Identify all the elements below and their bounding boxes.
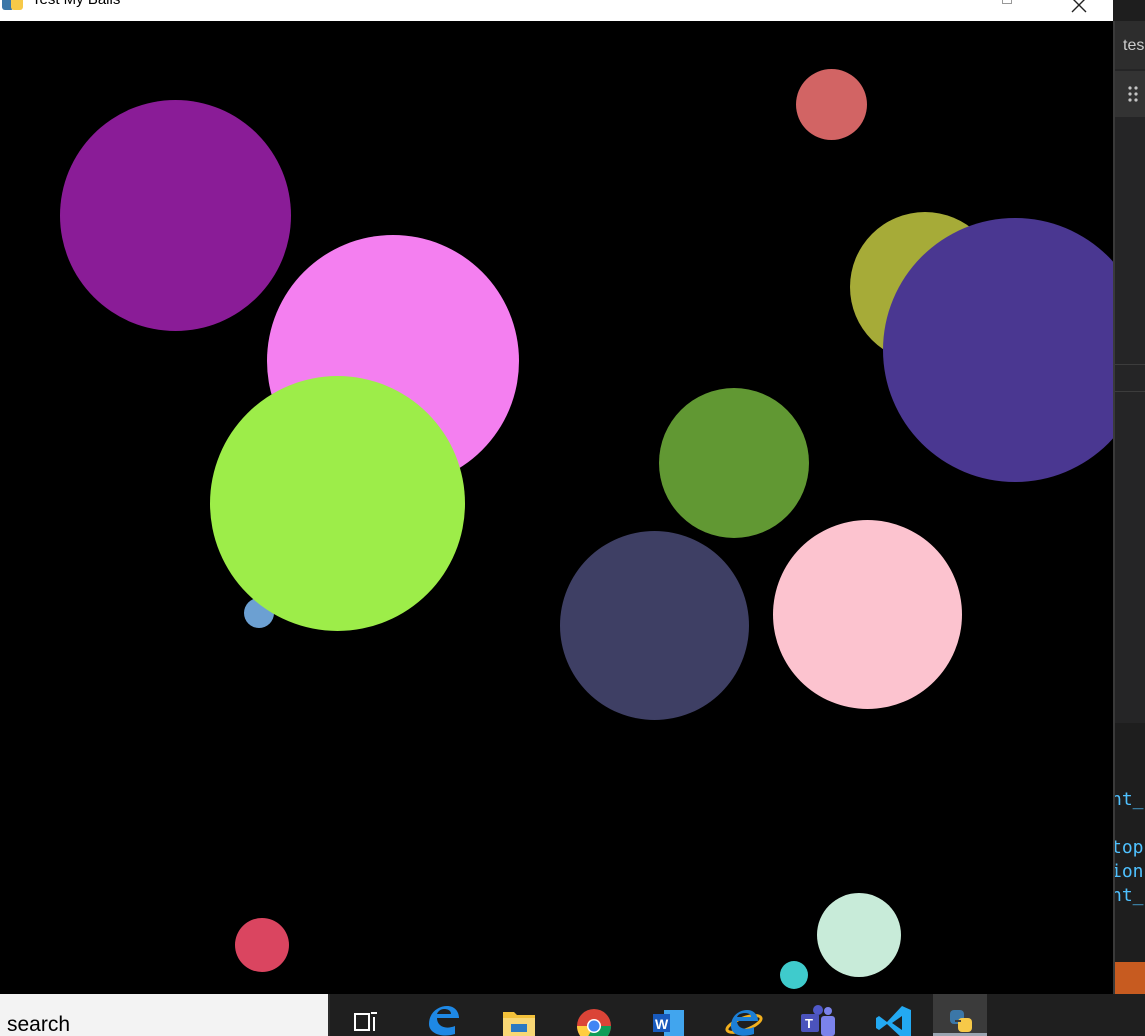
word-icon: W <box>653 1010 684 1036</box>
editor-status-strip <box>1115 962 1145 994</box>
editor-toolbar <box>1115 71 1145 117</box>
editor-tab-label: tes <box>1123 37 1145 54</box>
svg-text:T: T <box>805 1016 813 1031</box>
editor-divider <box>1115 364 1145 365</box>
task-view-button[interactable] <box>340 994 394 1036</box>
task-view-icon <box>354 1012 377 1031</box>
ball-cyan <box>780 961 808 989</box>
taskbar-search-box[interactable]: search <box>0 994 330 1036</box>
python-icon <box>950 1010 972 1032</box>
close-button[interactable] <box>1060 0 1100 18</box>
ball-red-top <box>796 69 867 140</box>
word-button[interactable]: W <box>642 994 696 1036</box>
background-editor-window[interactable]: tes nt_ top ion nt_ <box>1113 21 1145 994</box>
file-explorer-button[interactable] <box>492 994 546 1036</box>
svg-text:W: W <box>655 1016 669 1032</box>
ball-green <box>659 388 809 538</box>
maximize-icon <box>1002 0 1012 4</box>
edge-icon <box>429 1006 459 1036</box>
file-explorer-icon <box>503 1012 535 1036</box>
chrome-button[interactable] <box>567 994 621 1036</box>
code-line: ion <box>1113 861 1144 882</box>
ball-canvas[interactable] <box>0 21 1113 994</box>
taskbar: search W T <box>0 994 1145 1036</box>
teams-button[interactable]: T <box>792 994 846 1036</box>
maximize-button[interactable] <box>990 0 1026 18</box>
vscode-button[interactable] <box>867 994 921 1036</box>
window-title: Test My Balls <box>32 0 120 8</box>
search-placeholder: search <box>7 1013 71 1036</box>
teams-icon: T <box>801 1005 835 1036</box>
python-app-icon <box>2 0 23 10</box>
drag-grip-icon[interactable] <box>1127 85 1139 103</box>
ball-purple <box>60 100 291 331</box>
code-line: top <box>1113 837 1144 858</box>
ball-slate <box>560 531 749 720</box>
close-icon <box>1071 0 1087 13</box>
python-button[interactable] <box>933 994 987 1036</box>
code-line: nt_ <box>1113 885 1144 906</box>
vscode-icon <box>876 1006 911 1036</box>
editor-tab[interactable]: tes <box>1115 21 1145 69</box>
internet-explorer-button[interactable] <box>717 994 771 1036</box>
internet-explorer-icon <box>725 1010 763 1036</box>
edge-button[interactable] <box>417 994 471 1036</box>
ball-lime <box>210 376 465 631</box>
ball-light-pink <box>773 520 962 709</box>
editor-terminal-panel[interactable]: nt_ top ion nt_ <box>1115 723 1145 994</box>
chrome-icon <box>577 1009 611 1036</box>
ball-crimson <box>235 918 289 972</box>
window-titlebar[interactable]: Test My Balls <box>0 0 1113 21</box>
ball-mint <box>817 893 901 977</box>
code-line: nt_ <box>1113 789 1144 810</box>
editor-divider <box>1115 391 1145 392</box>
